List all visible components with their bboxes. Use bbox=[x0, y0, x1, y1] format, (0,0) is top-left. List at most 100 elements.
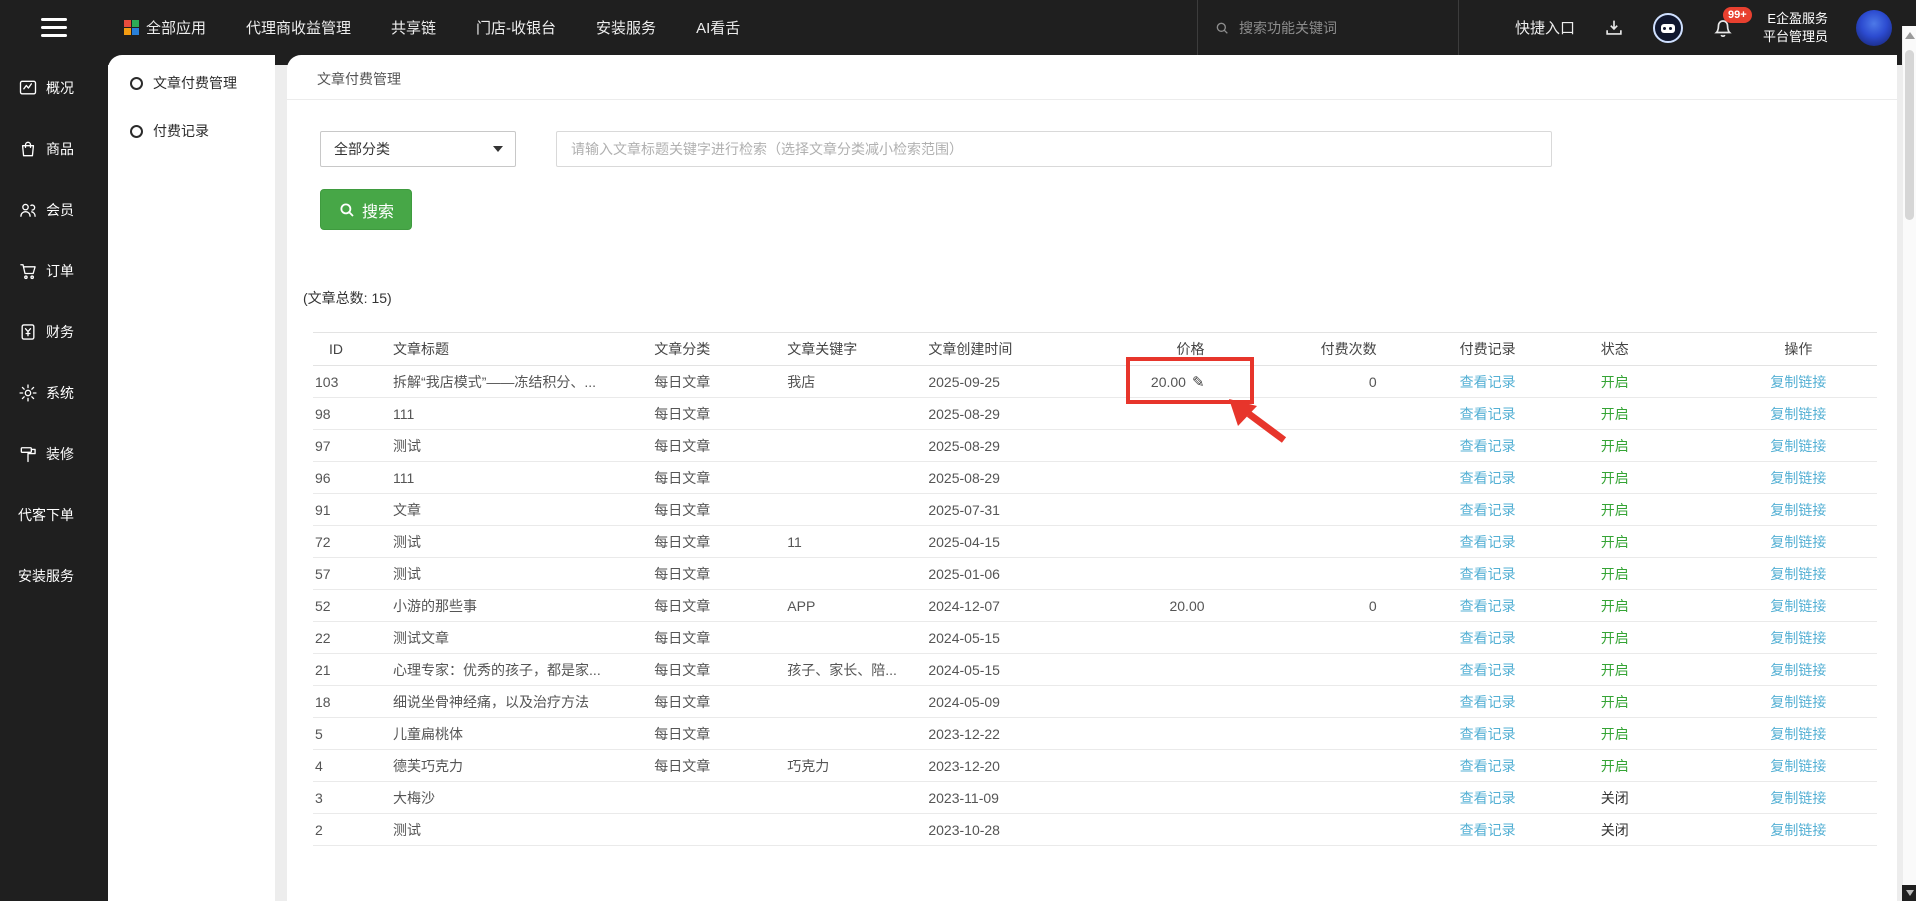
cell-keyword bbox=[787, 622, 928, 654]
view-records-link[interactable]: 查看记录 bbox=[1460, 502, 1516, 518]
view-records-link[interactable]: 查看记录 bbox=[1460, 694, 1516, 710]
cell-keyword: 11 bbox=[787, 526, 928, 558]
view-records-link[interactable]: 查看记录 bbox=[1460, 726, 1516, 742]
copy-link-button[interactable]: 复制链接 bbox=[1770, 438, 1826, 454]
overview-icon bbox=[18, 78, 38, 98]
sidebar-item[interactable]: 代客下单 bbox=[0, 484, 108, 545]
view-records-link[interactable]: 查看记录 bbox=[1460, 662, 1516, 678]
sidebar-item[interactable]: 安装服务 bbox=[0, 545, 108, 606]
edit-price-icon[interactable]: ✎ bbox=[1192, 373, 1205, 391]
topbar-nav-item[interactable]: 代理商收益管理 bbox=[246, 17, 351, 38]
radio-icon bbox=[130, 77, 143, 90]
copy-link-button[interactable]: 复制链接 bbox=[1770, 790, 1826, 806]
keyword-input[interactable] bbox=[556, 131, 1552, 167]
cell-keyword bbox=[787, 686, 928, 718]
view-records-link[interactable]: 查看记录 bbox=[1460, 438, 1516, 454]
sidebar: 概况 商品 会员 订单 财务 bbox=[0, 55, 108, 901]
cell-keyword bbox=[787, 398, 928, 430]
topbar-nav-item[interactable]: 门店-收银台 bbox=[476, 17, 556, 38]
copy-link-button[interactable]: 复制链接 bbox=[1770, 726, 1826, 742]
vertical-scrollbar[interactable] bbox=[1902, 26, 1916, 901]
sidebar-item[interactable]: 财务 bbox=[0, 301, 108, 362]
search-button[interactable]: 搜索 bbox=[320, 189, 412, 230]
copy-link-button[interactable]: 复制链接 bbox=[1770, 598, 1826, 614]
copy-link-button[interactable]: 复制链接 bbox=[1770, 374, 1826, 390]
cell-created: 2025-01-06 bbox=[928, 558, 1088, 590]
cell-category: 每日文章 bbox=[654, 398, 787, 430]
scroll-down-icon[interactable] bbox=[1902, 885, 1916, 901]
copy-link-button[interactable]: 复制链接 bbox=[1770, 470, 1826, 486]
col-header-status: 状态 bbox=[1601, 333, 1720, 366]
view-records-link[interactable]: 查看记录 bbox=[1460, 790, 1516, 806]
copy-link-button[interactable]: 复制链接 bbox=[1770, 502, 1826, 518]
view-records-link[interactable]: 查看记录 bbox=[1460, 598, 1516, 614]
submenu-item[interactable]: 付费记录 bbox=[108, 107, 275, 155]
copy-link-button[interactable]: 复制链接 bbox=[1770, 758, 1826, 774]
view-records-link[interactable]: 查看记录 bbox=[1460, 374, 1516, 390]
cell-created: 2024-05-15 bbox=[928, 622, 1088, 654]
copy-link-button[interactable]: 复制链接 bbox=[1770, 630, 1826, 646]
avatar[interactable] bbox=[1856, 10, 1892, 46]
copy-link-button[interactable]: 复制链接 bbox=[1770, 662, 1826, 678]
radio-icon bbox=[130, 125, 143, 138]
cell-price bbox=[1088, 750, 1218, 782]
view-records-link[interactable]: 查看记录 bbox=[1460, 534, 1516, 550]
view-records-link[interactable]: 查看记录 bbox=[1460, 630, 1516, 646]
cell-price: 20.00✎ bbox=[1088, 366, 1218, 398]
topbar-nav-label: 全部应用 bbox=[146, 17, 206, 38]
hamburger-menu-button[interactable] bbox=[0, 18, 108, 37]
cell-id: 103 bbox=[313, 366, 393, 398]
view-records-link[interactable]: 查看记录 bbox=[1460, 758, 1516, 774]
article-row: 4 德芙巧克力 每日文章 巧克力 2023-12-20 查看记录 开启 复制链接 bbox=[313, 750, 1877, 782]
status-badge: 开启 bbox=[1601, 502, 1629, 518]
cell-price bbox=[1088, 814, 1218, 846]
status-badge: 开启 bbox=[1601, 630, 1629, 646]
sidebar-item[interactable]: 会员 bbox=[0, 179, 108, 240]
copy-link-button[interactable]: 复制链接 bbox=[1770, 694, 1826, 710]
copy-link-button[interactable]: 复制链接 bbox=[1770, 534, 1826, 550]
category-select[interactable]: 全部分类 bbox=[320, 131, 516, 167]
user-info[interactable]: E企盈服务 平台管理员 bbox=[1763, 10, 1828, 46]
sidebar-item[interactable]: 系统 bbox=[0, 362, 108, 423]
submenu-item[interactable]: 文章付费管理 bbox=[108, 59, 275, 107]
cell-created: 2025-08-29 bbox=[928, 430, 1088, 462]
status-badge: 开启 bbox=[1601, 566, 1629, 582]
search-icon bbox=[338, 201, 356, 219]
cell-id: 5 bbox=[313, 718, 393, 750]
status-badge: 开启 bbox=[1601, 406, 1629, 422]
view-records-link[interactable]: 查看记录 bbox=[1460, 822, 1516, 838]
view-records-link[interactable]: 查看记录 bbox=[1460, 470, 1516, 486]
cell-category: 每日文章 bbox=[654, 366, 787, 398]
sidebar-item[interactable]: 商品 bbox=[0, 118, 108, 179]
scroll-up-icon[interactable] bbox=[1905, 32, 1915, 39]
copy-link-button[interactable]: 复制链接 bbox=[1770, 822, 1826, 838]
body-row: 概况 商品 会员 订单 财务 bbox=[0, 55, 1916, 901]
topbar-nav-item[interactable]: 安装服务 bbox=[596, 17, 656, 38]
col-header-id: ID bbox=[313, 333, 393, 366]
cell-id: 21 bbox=[313, 654, 393, 686]
cell-created: 2023-12-20 bbox=[928, 750, 1088, 782]
sidebar-item[interactable]: 订单 bbox=[0, 240, 108, 301]
quick-entry-link[interactable]: 快捷入口 bbox=[1515, 17, 1575, 38]
sidebar-item[interactable]: 装修 bbox=[0, 423, 108, 484]
global-search-input[interactable]: 搜索功能关键词 bbox=[1197, 0, 1459, 55]
view-records-link[interactable]: 查看记录 bbox=[1460, 566, 1516, 582]
ai-assistant-button[interactable] bbox=[1653, 13, 1683, 43]
copy-link-button[interactable]: 复制链接 bbox=[1770, 406, 1826, 422]
topbar-nav-item[interactable]: 共享链 bbox=[391, 17, 436, 38]
sidebar-item[interactable]: 概况 bbox=[0, 57, 108, 118]
cell-created: 2024-05-15 bbox=[928, 654, 1088, 686]
cell-price bbox=[1088, 558, 1218, 590]
download-button[interactable] bbox=[1603, 17, 1625, 39]
copy-link-button[interactable]: 复制链接 bbox=[1770, 566, 1826, 582]
scrollbar-thumb[interactable] bbox=[1905, 50, 1914, 220]
topbar-nav-item[interactable]: AI看舌 bbox=[696, 17, 740, 38]
cell-pay-count: 0 bbox=[1219, 366, 1389, 398]
view-records-link[interactable]: 查看记录 bbox=[1460, 406, 1516, 422]
topbar-nav-item[interactable]: 全部应用 bbox=[124, 17, 206, 38]
cell-title: 儿童扁桃体 bbox=[393, 718, 654, 750]
cell-category: 每日文章 bbox=[654, 558, 787, 590]
status-badge: 开启 bbox=[1601, 470, 1629, 486]
cell-id: 72 bbox=[313, 526, 393, 558]
notifications-button[interactable]: 99+ bbox=[1711, 16, 1735, 40]
